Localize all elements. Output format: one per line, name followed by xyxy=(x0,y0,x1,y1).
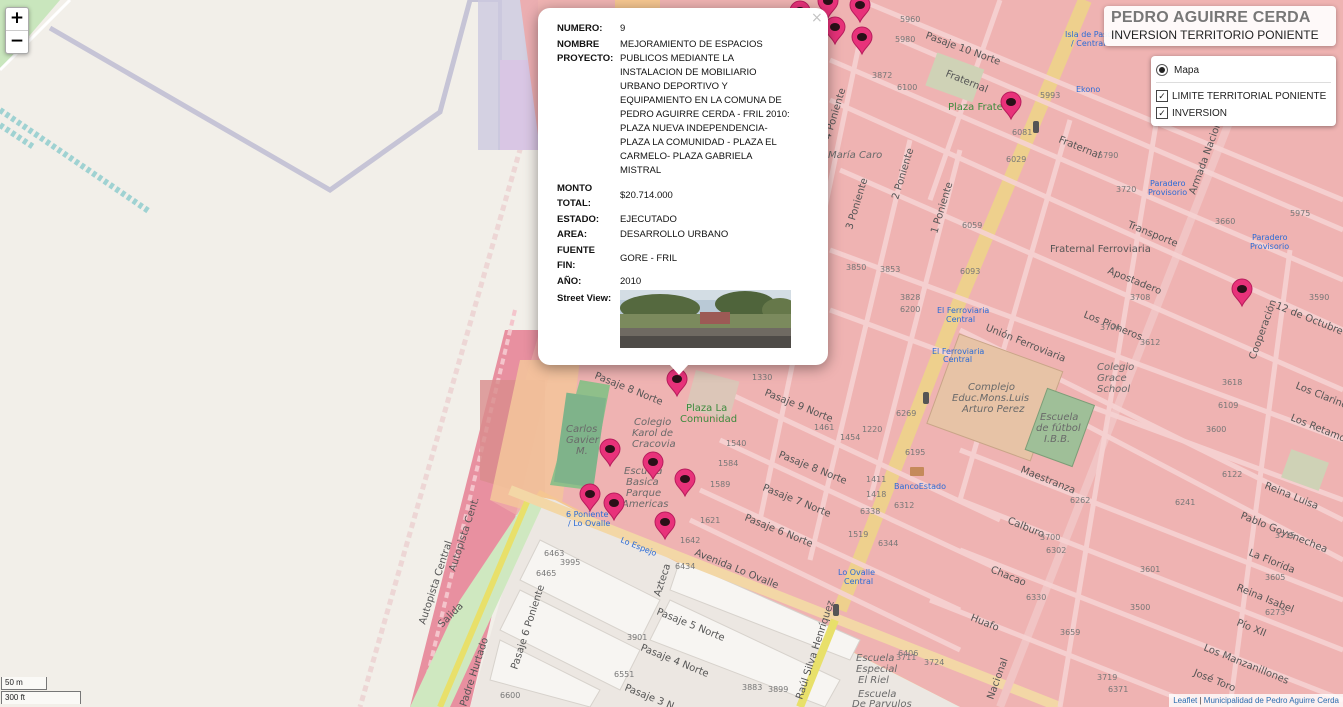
map-title-box: PEDRO AGUIRRE CERDA INVERSION TERRITORIO… xyxy=(1104,6,1336,46)
owner-link[interactable]: Municipalidad de Pedro Aguirre Cerda xyxy=(1204,696,1339,705)
investment-marker-icon[interactable] xyxy=(642,451,664,481)
field-value-area: DESARROLLO URBANO xyxy=(620,229,729,240)
nombre-line: PEDRO AGUIRRE CERDA - FRIL 2010: xyxy=(620,109,790,120)
street-view-thumbnail[interactable] xyxy=(620,290,791,348)
investment-marker-icon[interactable] xyxy=(599,438,621,468)
field-key-fuente-1: FUENTE xyxy=(557,245,595,256)
field-key-fuente-2: FIN: xyxy=(557,260,576,271)
map-subtitle: INVERSION TERRITORIO PONIENTE xyxy=(1111,28,1319,42)
info-popup: × NUMERO: 9 NOMBRE PROYECTO: MEJORAMIENT… xyxy=(538,8,828,365)
attribution: Leaflet | Municipalidad de Pedro Aguirre… xyxy=(1169,694,1343,707)
overlay-label: LIMITE TERRITORIAL PONIENTE xyxy=(1172,90,1327,102)
scale-imperial: 300 ft xyxy=(1,691,81,704)
nombre-line: MISTRAL xyxy=(620,165,662,176)
leaflet-link[interactable]: Leaflet xyxy=(1173,696,1197,705)
investment-marker-icon[interactable] xyxy=(603,492,625,522)
investment-marker-icon[interactable] xyxy=(654,511,676,541)
nombre-line: PLAZA LA COMUNIDAD - PLAZA EL xyxy=(620,137,777,148)
investment-marker-icon[interactable] xyxy=(1231,278,1253,308)
zoom-in-button[interactable]: + xyxy=(6,8,28,30)
investment-marker-icon[interactable] xyxy=(851,26,873,56)
field-value-nombre: MEJORAMIENTO DE ESPACIOS PUBLICOS MEDIANT… xyxy=(620,38,820,178)
checkbox-icon[interactable]: ✓ xyxy=(1156,107,1168,119)
nombre-line: URBANO DEPORTIVO Y xyxy=(620,81,728,92)
checkbox-icon[interactable]: ✓ xyxy=(1156,90,1168,102)
investment-marker-icon[interactable] xyxy=(579,483,601,513)
field-key-estado: ESTADO: xyxy=(557,214,600,225)
overlay-limite-territorial[interactable]: ✓ LIMITE TERRITORIAL PONIENTE xyxy=(1156,89,1326,103)
nombre-line: PLAZA NUEVA INDEPENDENCIA- xyxy=(620,123,768,134)
nombre-line: CARMELO- PLAZA GABRIELA xyxy=(620,151,753,162)
field-key-monto-1: MONTO xyxy=(557,183,593,194)
field-value-anio: 2010 xyxy=(620,276,642,287)
field-key-anio: AÑO: xyxy=(557,276,582,287)
popup-tip xyxy=(669,364,689,375)
overlay-label: INVERSION xyxy=(1172,107,1228,119)
zoom-control: + − xyxy=(5,7,29,54)
field-key-numero: NUMERO: xyxy=(557,23,603,34)
layer-control: Mapa ✓ LIMITE TERRITORIAL PONIENTE ✓ INV… xyxy=(1151,56,1336,126)
nombre-line: MEJORAMIENTO DE ESPACIOS xyxy=(620,39,763,50)
field-value-numero: 9 xyxy=(620,23,626,34)
field-key-nombre-1: NOMBRE xyxy=(557,39,600,50)
investment-marker-icon[interactable] xyxy=(674,468,696,498)
investment-marker-icon[interactable] xyxy=(824,16,846,46)
field-value-fuente: GORE - FRIL xyxy=(620,253,678,264)
nombre-line: EQUIPAMIENTO EN LA COMUNA DE xyxy=(620,95,782,106)
radio-icon[interactable] xyxy=(1156,64,1168,76)
nombre-line: INSTALACION DE MOBILIARIO xyxy=(620,67,757,78)
field-value-monto: $20.714.000 xyxy=(620,190,673,201)
map-title: PEDRO AGUIRRE CERDA xyxy=(1111,9,1311,26)
field-key-nombre-2: PROYECTO: xyxy=(557,53,614,64)
field-value-estado: EJECUTADO xyxy=(620,214,677,225)
investment-marker-icon[interactable] xyxy=(849,0,871,24)
overlay-inversion[interactable]: ✓ INVERSION xyxy=(1156,106,1227,120)
scale-metric: 50 m xyxy=(1,677,47,690)
layer-divider xyxy=(1156,82,1331,83)
field-key-area: AREA: xyxy=(557,229,588,240)
zoom-out-button[interactable]: − xyxy=(6,30,28,53)
investment-marker-icon[interactable] xyxy=(1000,91,1022,121)
field-key-streetview: Street View: xyxy=(557,293,612,304)
base-layer-mapa[interactable]: Mapa xyxy=(1156,63,1199,77)
nombre-line: PUBLICOS MEDIANTE LA xyxy=(620,53,735,64)
base-layer-label: Mapa xyxy=(1174,64,1200,76)
field-key-monto-2: TOTAL: xyxy=(557,198,591,209)
